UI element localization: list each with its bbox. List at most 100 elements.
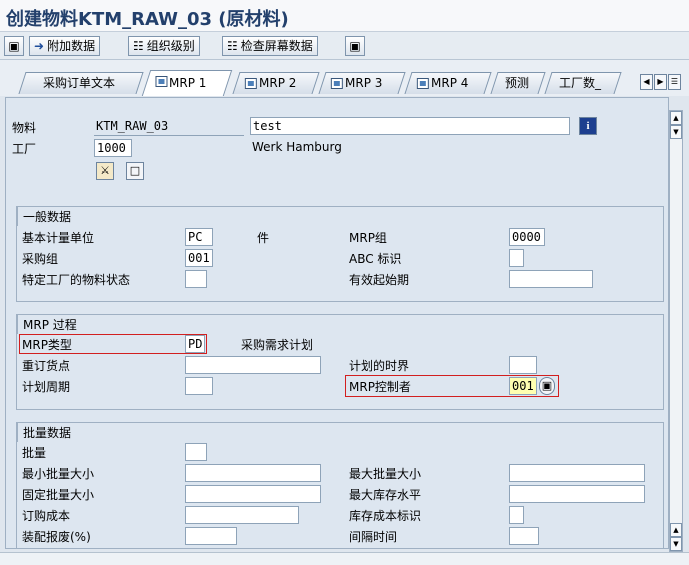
lot-size-field[interactable]	[185, 443, 207, 461]
maximum-lot-size-field[interactable]	[509, 464, 645, 482]
storage-costs-indicator-label: 库存成本标识	[349, 509, 422, 523]
general-data-title: 一般数据	[17, 206, 90, 226]
tab-plant-data[interactable]: 工厂数_	[544, 72, 622, 94]
arrow-right-icon: ➜	[34, 39, 45, 53]
tab-mrp2[interactable]: MRP 2	[232, 72, 320, 94]
ordering-costs-field[interactable]	[185, 506, 299, 524]
purchasing-group-field[interactable]: 001	[185, 249, 213, 267]
fixed-lot-size-label: 固定批量大小	[22, 488, 95, 502]
tab-next-icon[interactable]: ▶	[654, 74, 667, 90]
plant-material-status-field[interactable]	[185, 270, 207, 288]
org-tree-icon: ☷	[133, 39, 144, 53]
tab-mrp4[interactable]: MRP 4	[404, 72, 492, 94]
tab-label: MRP 1	[169, 76, 207, 90]
tab-list-icon[interactable]: ☰	[668, 74, 681, 90]
title-bar: 创建物料KTM_RAW_03 (原材料)	[0, 0, 689, 32]
assembly-scrap-label: 装配报废(%)	[22, 530, 91, 544]
mrp-procedure-group: MRP 过程 MRP类型 PD 采购需求计划 重订货点 计划的时界 计划周期 M…	[16, 314, 664, 410]
scroll-up-icon[interactable]: ▲	[670, 111, 682, 125]
additional-data-label: 附加数据	[47, 39, 96, 53]
mrp-type-field[interactable]: PD	[185, 335, 205, 353]
screen-icon	[416, 78, 429, 89]
mrp-group-label: MRP组	[349, 231, 387, 245]
check-screen-data-button[interactable]: ☷ 检查屏幕数据	[222, 36, 318, 56]
base-uom-label: 基本计量单位	[22, 231, 95, 245]
status-bar-area	[0, 552, 689, 565]
plant-field: 1000	[94, 139, 132, 157]
other-view-icon[interactable]: ▣	[4, 36, 24, 56]
tab-label: MRP 3	[345, 76, 383, 90]
abc-indicator-field[interactable]	[509, 249, 524, 267]
info-icon[interactable]: i	[579, 117, 597, 135]
mrp-controller-label: MRP控制者	[349, 380, 411, 394]
material-field: KTM_RAW_03	[94, 118, 244, 136]
application-toolbar: ▣ ➜ 附加数据 ☷ 组织级别 ☷ 检查屏幕数据 ▣	[0, 32, 689, 60]
new-document-icon[interactable]: □	[126, 162, 144, 180]
minimum-lot-size-field[interactable]	[185, 464, 321, 482]
org-levels-button[interactable]: ☷ 组织级别	[128, 36, 200, 56]
general-data-group: 一般数据 基本计量单位 PC 件 MRP组 0000 采购组 001 ABC 标…	[16, 206, 664, 302]
mrp-group-field[interactable]: 0000	[509, 228, 545, 246]
reorder-point-label: 重订货点	[22, 359, 71, 373]
tab-prev-icon[interactable]: ◀	[640, 74, 653, 90]
planning-cycle-field[interactable]	[185, 377, 213, 395]
scroll-up-icon[interactable]: ▲	[670, 523, 682, 537]
check-screen-data-label: 检查屏幕数据	[240, 39, 313, 53]
tab-label: MRP 4	[431, 76, 469, 90]
tab-purchase-order-text[interactable]: 采购订单文本	[18, 72, 144, 94]
planning-time-fence-field[interactable]	[509, 356, 537, 374]
takt-time-label: 间隔时间	[349, 530, 398, 544]
maximum-stock-level-field[interactable]	[509, 485, 645, 503]
plant-label: 工厂	[12, 142, 37, 156]
additional-data-button[interactable]: ➜ 附加数据	[29, 36, 101, 56]
base-uom-text: 件	[257, 231, 270, 245]
tab-label: MRP 2	[259, 76, 297, 90]
lot-size-data-title: 批量数据	[17, 422, 90, 442]
planning-cycle-label: 计划周期	[22, 380, 71, 394]
search-help-icon[interactable]: ▣	[539, 377, 555, 395]
plant-description: Werk Hamburg	[252, 140, 342, 154]
check-icon: ☷	[227, 39, 238, 53]
base-uom-field[interactable]: PC	[185, 228, 213, 246]
tab-forecast[interactable]: 预测	[490, 72, 546, 94]
screen-icon	[330, 78, 343, 89]
purchasing-group-label: 采购组	[22, 252, 59, 266]
tab-mrp3[interactable]: MRP 3	[318, 72, 406, 94]
lot-size-label: 批量	[22, 446, 47, 460]
takt-time-field[interactable]	[509, 527, 539, 545]
reorder-point-field[interactable]	[185, 356, 321, 374]
ordering-costs-label: 订购成本	[22, 509, 71, 523]
lock-icon[interactable]: ▣	[345, 36, 365, 56]
maximum-stock-level-label: 最大库存水平	[349, 488, 422, 502]
tab-mrp1[interactable]: MRP 1	[141, 70, 233, 96]
valid-from-field[interactable]	[509, 270, 593, 288]
mrp-type-text: 采购需求计划	[241, 338, 314, 352]
lot-size-data-group: 批量数据 批量 最小批量大小 最大批量大小 固定批量大小 最大库存水平 订购成本…	[16, 422, 664, 548]
scroll-down-icon[interactable]: ▼	[670, 125, 682, 139]
tab-label: 工厂数_	[559, 76, 602, 90]
disabled-action-icon[interactable]: ⚔	[96, 162, 114, 180]
plant-material-status-label: 特定工厂的物料状态	[22, 273, 131, 287]
tab-label: 采购订单文本	[43, 76, 116, 90]
mrp-type-label: MRP类型	[22, 338, 72, 352]
planning-time-fence-label: 计划的时界	[349, 359, 410, 373]
storage-costs-indicator-field[interactable]	[509, 506, 524, 524]
main-content: 物料 KTM_RAW_03 test i 工厂 1000 Werk Hambur…	[5, 97, 669, 549]
fixed-lot-size-field[interactable]	[185, 485, 321, 503]
tab-label: 预测	[505, 76, 530, 90]
material-description-field[interactable]: test	[250, 117, 570, 135]
minimum-lot-size-label: 最小批量大小	[22, 467, 95, 481]
scroll-down-icon[interactable]: ▼	[670, 537, 682, 551]
org-levels-label: 组织级别	[146, 39, 195, 53]
material-label: 物料	[12, 121, 37, 135]
screen-icon	[155, 76, 168, 87]
maximum-lot-size-label: 最大批量大小	[349, 467, 422, 481]
screen-icon	[244, 78, 257, 89]
valid-from-label: 有效起始期	[349, 273, 410, 287]
tab-strip: 采购订单文本 MRP 1 MRP 2 MRP 3 MRP 4 预测 工厂数_ ◀…	[0, 60, 689, 96]
page-title: 创建物料KTM_RAW_03 (原材料)	[6, 9, 289, 30]
assembly-scrap-field[interactable]	[185, 527, 237, 545]
mrp-procedure-title: MRP 过程	[17, 314, 95, 334]
mrp-controller-field[interactable]: 001	[509, 377, 537, 395]
vertical-scrollbar[interactable]: ▲ ▼ ▲ ▼	[669, 110, 683, 552]
